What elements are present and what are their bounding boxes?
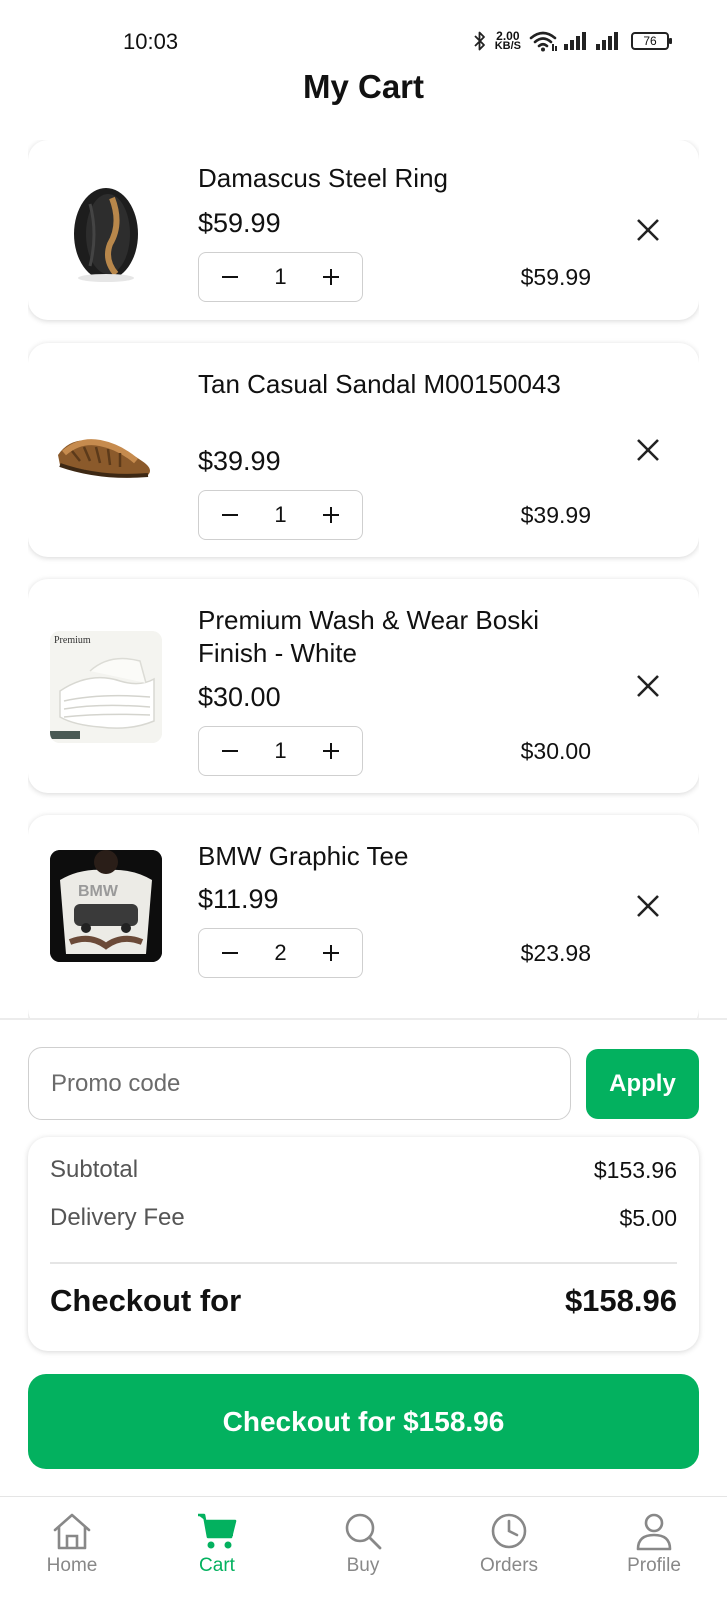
search-icon [345, 1513, 382, 1550]
nav-label: Profile [627, 1555, 681, 1576]
quantity-stepper: 1 [198, 490, 363, 540]
subtotal-row: Subtotal $153.96 [50, 1153, 677, 1187]
plus-icon [323, 269, 339, 285]
remove-item-button[interactable] [635, 673, 661, 699]
quantity-stepper: 1 [198, 252, 363, 302]
increase-button[interactable] [318, 940, 344, 966]
plus-icon [323, 507, 339, 523]
cart-icon [198, 1513, 237, 1549]
subtotal-value: $153.96 [593, 1156, 677, 1183]
cart-item: BMW BMW Graphic Tee $11.99 2 $23.98 [28, 815, 699, 1018]
status-time: 10:03 [123, 29, 179, 54]
line-total: $39.99 [520, 502, 591, 528]
nav-label: Buy [346, 1555, 380, 1576]
home-icon [53, 1513, 91, 1550]
checkout-button[interactable]: Checkout for $158.96 [28, 1374, 699, 1469]
decrease-button[interactable] [217, 264, 243, 290]
delivery-fee-label: Delivery Fee [50, 1204, 185, 1231]
nav-item-buy[interactable]: Buy [308, 1509, 418, 1577]
net-speed: 2.00 KB/S [494, 30, 521, 52]
line-total: $23.98 [520, 940, 591, 966]
sandal-image [50, 395, 162, 507]
total-row: Checkout for $158.96 [50, 1281, 677, 1321]
fabric-image: Premium [50, 631, 162, 743]
minus-icon [222, 750, 238, 752]
delivery-fee-row: Delivery Fee $5.00 [50, 1201, 677, 1235]
nav-item-cart[interactable]: Cart [162, 1509, 272, 1577]
item-name: Premium Wash & Wear Boski Finish - White [198, 605, 539, 668]
minus-icon [222, 952, 238, 954]
ring-image [50, 174, 162, 286]
quantity-stepper: 2 [198, 928, 363, 978]
quantity-value: 1 [274, 738, 287, 763]
increase-button[interactable] [318, 264, 344, 290]
divider [0, 1018, 727, 1020]
minus-icon [222, 276, 238, 278]
promo-code-input[interactable] [28, 1047, 571, 1120]
cart-item: Damascus Steel Ring $59.99 1 $59.99 [28, 140, 699, 320]
tee-image: BMW [50, 850, 162, 962]
summary-divider [50, 1262, 677, 1264]
item-price: $30.00 [198, 682, 281, 712]
clock-icon [491, 1513, 527, 1549]
remove-item-button[interactable] [635, 217, 661, 243]
user-icon [636, 1513, 672, 1551]
nav-label: Home [46, 1555, 98, 1576]
bottom-nav: Home Cart Buy Orders Profile [0, 1496, 727, 1600]
status-icons: 2.00 KB/S 76 [473, 28, 672, 54]
item-name: BMW Graphic Tee [198, 841, 409, 871]
nav-label: Cart [199, 1555, 235, 1576]
svg-text:BMW: BMW [78, 883, 119, 900]
net-speed-unit: KB/S [494, 40, 521, 52]
item-price: $59.99 [198, 208, 281, 238]
decrease-button[interactable] [217, 502, 243, 528]
plus-icon [323, 743, 339, 759]
close-icon [637, 675, 659, 697]
quantity-value: 1 [274, 264, 287, 289]
fabric-image-text: Premium [54, 635, 91, 646]
item-name: Tan Casual Sandal M00150043 [198, 369, 561, 399]
wifi-icon [529, 31, 557, 52]
item-price: $11.99 [198, 884, 279, 914]
remove-item-button[interactable] [635, 437, 661, 463]
nav-item-home[interactable]: Home [17, 1509, 127, 1577]
minus-icon [222, 514, 238, 516]
close-icon [637, 219, 659, 241]
subtotal-label: Subtotal [50, 1156, 139, 1183]
increase-button[interactable] [318, 502, 344, 528]
cart-item: Tan Casual Sandal M00150043 $39.99 1 $39… [28, 343, 699, 557]
plus-icon [323, 945, 339, 961]
cart-list[interactable]: Damascus Steel Ring $59.99 1 $59.99 Tan … [28, 140, 699, 1018]
close-icon [637, 439, 659, 461]
delivery-fee-value: $5.00 [619, 1204, 677, 1231]
battery-level: 76 [643, 34, 657, 48]
nav-item-profile[interactable]: Profile [599, 1509, 709, 1577]
nav-label: Orders [479, 1555, 539, 1576]
decrease-button[interactable] [217, 940, 243, 966]
increase-button[interactable] [318, 738, 344, 764]
nav-item-orders[interactable]: Orders [454, 1509, 564, 1577]
signal-icon [564, 32, 586, 50]
line-total: $30.00 [520, 738, 591, 764]
close-icon [637, 895, 659, 917]
page-title: My Cart [302, 68, 425, 105]
quantity-value: 1 [274, 502, 287, 527]
bluetooth-icon [474, 31, 485, 51]
total-label: Checkout for [50, 1283, 242, 1318]
total-value: $158.96 [564, 1283, 677, 1318]
item-name: Damascus Steel Ring [198, 163, 448, 193]
quantity-value: 2 [274, 940, 287, 965]
cart-item: Premium Premium Wash & Wear Boski Finish… [28, 579, 699, 793]
line-total: $59.99 [520, 264, 591, 290]
apply-promo-button[interactable]: Apply [586, 1049, 699, 1119]
signal-icon [596, 32, 618, 50]
item-price: $39.99 [198, 446, 281, 476]
decrease-button[interactable] [217, 738, 243, 764]
quantity-stepper: 1 [198, 726, 363, 776]
remove-item-button[interactable] [635, 893, 661, 919]
order-summary: Subtotal $153.96 Delivery Fee $5.00 Chec… [28, 1137, 699, 1351]
battery-icon: 76 [631, 32, 672, 50]
